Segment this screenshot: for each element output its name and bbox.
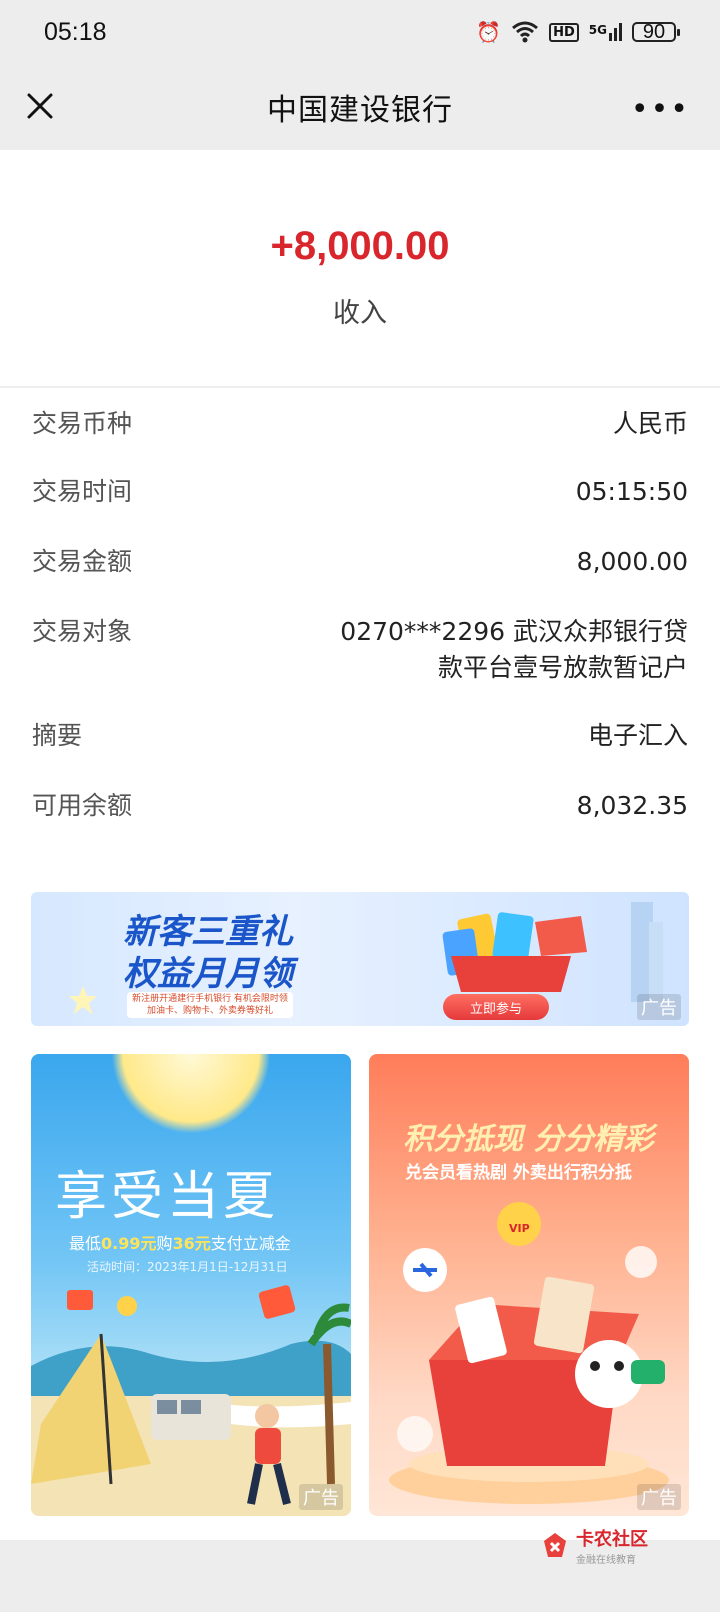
detail-row-amount: 交易金额 8,000.00 <box>0 544 720 580</box>
watermark-name: 卡农社区 <box>576 1529 648 1550</box>
hd-icon: HD <box>549 22 579 42</box>
watermark-sub: 金融在线教育 <box>576 1555 636 1566</box>
battery-level: 90 <box>642 20 666 43</box>
watermark-text: 卡农社区 金融在线教育 <box>576 1525 648 1566</box>
status-bar: 05:18 ⏰ HD 5G 90 <box>0 0 720 64</box>
close-icon[interactable] <box>20 86 60 126</box>
detail-value: 8,000.00 <box>576 547 688 576</box>
detail-row-remark: 摘要 电子汇入 <box>0 718 720 754</box>
join-now-button[interactable]: 立即参与 <box>443 994 549 1020</box>
detail-value: 电子汇入 <box>587 721 688 750</box>
points-headline: 积分抵现 分分精彩 <box>403 1122 654 1157</box>
subtitle-value: 36元 <box>172 1234 211 1253</box>
ad-label: 广告 <box>637 994 681 1020</box>
subtitle-price: 0.99元 <box>101 1234 157 1253</box>
ad-label: 广告 <box>299 1484 343 1510</box>
building-icon <box>631 902 663 1002</box>
battery-icon: 90 <box>632 20 680 43</box>
more-options-icon[interactable]: ••• <box>631 92 690 127</box>
detail-label: 交易时间 <box>32 477 133 506</box>
detail-label: 摘要 <box>32 721 83 750</box>
detail-row-counterparty: 交易对象 0270***2296 武汉众邦银行贷 款平台壹号放款暂记户 <box>0 614 720 686</box>
detail-row-currency: 交易币种 人民币 <box>0 406 720 442</box>
transaction-type: 收入 <box>333 298 387 329</box>
banner-headline-2: 权益月月领 <box>123 954 293 994</box>
vip-badge: VIP <box>509 1222 530 1235</box>
transaction-amount: +8,000.00 <box>270 224 450 268</box>
star-icon <box>69 986 97 1014</box>
detail-value: 0270***2296 武汉众邦银行贷 款平台壹号放款暂记户 <box>340 614 688 686</box>
detail-row-time: 交易时间 05:15:50 <box>0 474 720 510</box>
detail-label: 可用余额 <box>32 791 133 820</box>
banner-small-text: 新注册开通建行手机银行 有机会限时领加油卡、购物卡、外卖券等好礼 <box>127 992 293 1018</box>
page-title: 中国建设银行 <box>267 93 453 128</box>
watermark: 卡农社区 金融在线教育 <box>540 1525 648 1566</box>
summer-headline: 享受当夏 <box>55 1167 280 1227</box>
gift-box-icon <box>442 912 587 992</box>
detail-value: 人民币 <box>612 409 688 438</box>
detail-label: 交易金额 <box>32 547 133 576</box>
detail-value: 8,032.35 <box>576 791 688 820</box>
detail-label: 交易币种 <box>32 409 133 438</box>
status-icons: ⏰ HD 5G 90 <box>476 20 680 44</box>
subtitle-prefix: 最低 <box>69 1234 102 1253</box>
clock: 05:18 <box>44 17 107 46</box>
network-label: 5G <box>588 23 607 37</box>
transaction-summary: +8,000.00 收入 <box>0 150 720 386</box>
ad-label: 广告 <box>637 1484 681 1510</box>
ad-card-summer[interactable]: 享受当夏 最低0.99元购36元支付立减金 活动时间：2023年1月1日-12月… <box>31 1054 351 1516</box>
ad-banner-new-customer[interactable]: 新客三重礼 权益月月领 新注册开通建行手机银行 有机会限时领加油卡、购物卡、外卖… <box>31 892 689 1026</box>
wifi-icon <box>512 21 539 43</box>
summer-period: 活动时间：2023年1月1日-12月31日 <box>87 1260 288 1274</box>
ad-card-points[interactable]: 积分抵现 分分精彩 兑会员看热剧 外卖出行积分抵 VIP 广告 <box>369 1054 689 1516</box>
summer-subtitle: 最低0.99元购36元支付立减金 <box>69 1230 291 1254</box>
divider <box>0 386 720 388</box>
community-logo-icon <box>544 1532 566 1557</box>
detail-label: 交易对象 <box>32 617 133 646</box>
sun-icon <box>111 1054 271 1134</box>
subtitle-mid: 购 <box>156 1234 173 1253</box>
points-subtitle: 兑会员看热剧 外卖出行积分抵 <box>405 1163 632 1183</box>
beach-scene-illustration <box>31 1285 351 1516</box>
detail-row-balance: 可用余额 8,032.35 <box>0 788 720 824</box>
navigation-bar: 中国建设银行 ••• <box>0 64 720 150</box>
counterparty-line-1: 0270***2296 武汉众邦银行贷 <box>340 617 688 646</box>
detail-value: 05:15:50 <box>575 477 688 506</box>
counterparty-line-2: 款平台壹号放款暂记户 <box>437 653 688 682</box>
alarm-icon: ⏰ <box>476 20 502 44</box>
subtitle-suffix: 支付立减金 <box>210 1234 291 1253</box>
signal-icon: 5G <box>589 23 622 41</box>
